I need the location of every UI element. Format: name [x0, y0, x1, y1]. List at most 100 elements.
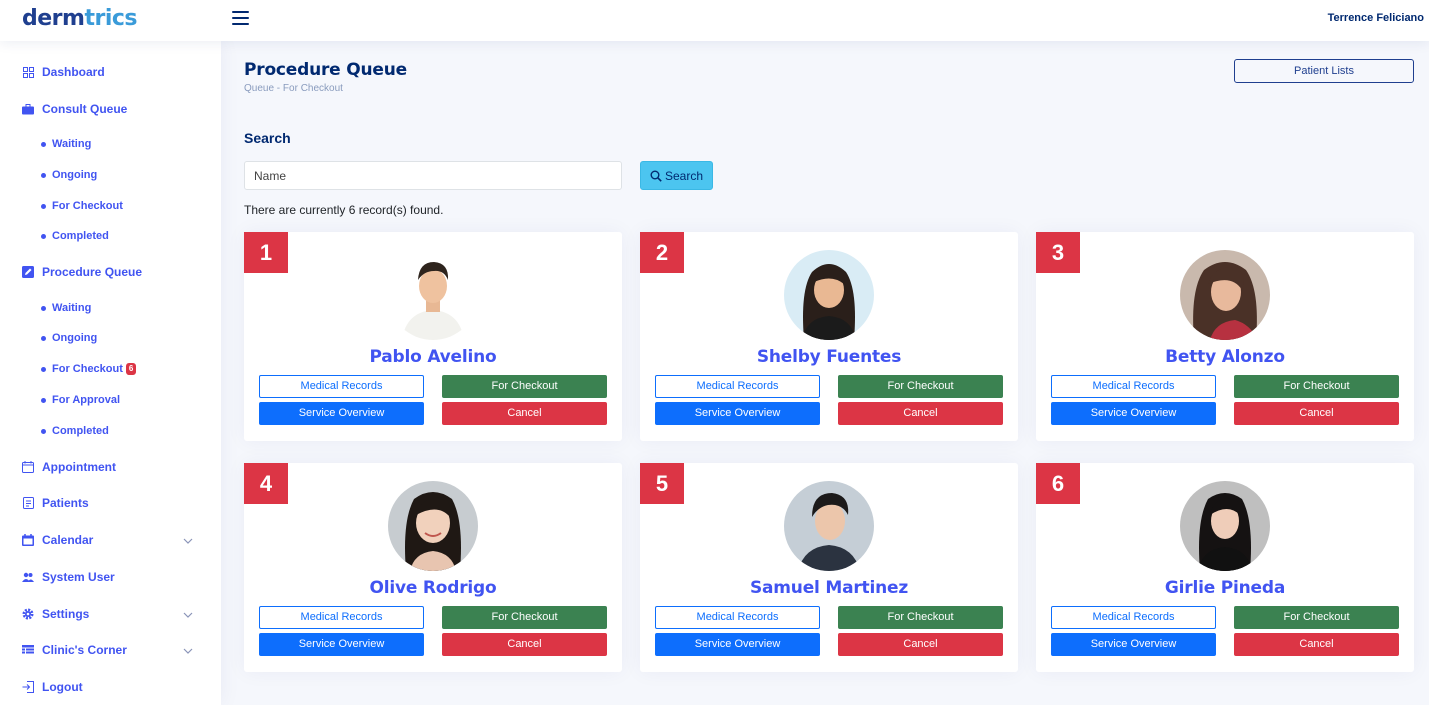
people-icon [22, 571, 34, 583]
bullet-icon [41, 141, 46, 147]
procedure-queue-for-checkout[interactable]: For Checkout 6 [41, 363, 137, 375]
sidebar-item-calendar[interactable]: Calendar [22, 533, 93, 547]
chevron-down-icon[interactable] [183, 612, 193, 618]
patient-name: Olive Rodrigo [369, 578, 497, 598]
consult-queue-completed[interactable]: Completed [41, 230, 109, 242]
search-icon [650, 170, 662, 182]
briefcase-icon [22, 103, 34, 115]
queue-number: 3 [1036, 232, 1080, 273]
cancel-button[interactable]: Cancel [442, 402, 607, 425]
grid-icon [22, 66, 34, 78]
sub-label: For Checkout [52, 200, 123, 212]
procedure-queue-for-approval[interactable]: For Approval [41, 394, 120, 406]
hamburger-menu-icon[interactable] [232, 11, 249, 25]
bullet-icon [41, 335, 46, 341]
medical-records-button[interactable]: Medical Records [655, 375, 820, 398]
medical-records-button[interactable]: Medical Records [259, 375, 424, 398]
patient-card: 1 Pablo Avelino Medical Records For Chec… [244, 232, 622, 441]
table-icon [22, 644, 34, 656]
procedure-queue-waiting[interactable]: Waiting [41, 302, 91, 314]
medical-records-button[interactable]: Medical Records [655, 606, 820, 629]
for-checkout-button[interactable]: For Checkout [838, 606, 1003, 629]
patient-avatar [388, 481, 478, 571]
patient-card: 2 Shelby Fuentes Medical Records For Che… [640, 232, 1018, 441]
brand-part1: derm [22, 6, 85, 31]
sidebar-item-settings[interactable]: Settings [22, 607, 89, 621]
bullet-icon [41, 305, 46, 311]
queue-number: 5 [640, 463, 684, 504]
consult-queue-ongoing[interactable]: Ongoing [41, 169, 97, 181]
medical-records-button[interactable]: Medical Records [259, 606, 424, 629]
sidebar-item-clinics-corner[interactable]: Clinic's Corner [22, 643, 127, 657]
cancel-button[interactable]: Cancel [838, 402, 1003, 425]
cancel-button[interactable]: Cancel [1234, 402, 1399, 425]
bullet-icon [41, 428, 46, 434]
cancel-button[interactable]: Cancel [838, 633, 1003, 656]
service-overview-button[interactable]: Service Overview [259, 633, 424, 656]
bullet-icon [41, 366, 46, 372]
service-overview-button[interactable]: Service Overview [655, 633, 820, 656]
patient-card: 3 Betty Alonzo Medical Records For Check… [1036, 232, 1414, 441]
brand-logo[interactable]: dermtrics [22, 6, 137, 31]
top-header: dermtrics Terrence Feliciano [0, 0, 1429, 41]
patient-avatar [784, 481, 874, 571]
sidebar-item-patients[interactable]: Patients [22, 496, 89, 510]
chevron-down-icon[interactable] [183, 648, 193, 654]
queue-number: 4 [244, 463, 288, 504]
queue-number: 1 [244, 232, 288, 273]
service-overview-button[interactable]: Service Overview [259, 402, 424, 425]
patient-lists-button[interactable]: Patient Lists [1234, 59, 1414, 83]
sidebar-item-procedure-queue[interactable]: Procedure Queue [22, 265, 142, 279]
sub-label: Completed [52, 425, 109, 437]
sub-label: For Approval [52, 394, 121, 406]
queue-number: 2 [640, 232, 684, 273]
sidebar-item-consult-queue[interactable]: Consult Queue [22, 102, 127, 116]
for-checkout-button[interactable]: For Checkout [1234, 375, 1399, 398]
chevron-down-icon[interactable] [183, 538, 193, 544]
search-heading: Search [244, 130, 291, 146]
sidebar-item-dashboard[interactable]: Dashboard [22, 65, 105, 79]
for-checkout-button[interactable]: For Checkout [442, 375, 607, 398]
for-checkout-button[interactable]: For Checkout [838, 375, 1003, 398]
cancel-button[interactable]: Cancel [1234, 633, 1399, 656]
patient-card: 5 Samuel Martinez Medical Records For Ch… [640, 463, 1018, 672]
sidebar-item-logout[interactable]: Logout [22, 680, 83, 694]
sidebar-label: Clinic's Corner [42, 643, 127, 657]
patient-avatar [1180, 250, 1270, 340]
document-icon [22, 497, 34, 509]
breadcrumb: Queue - For Checkout [244, 83, 343, 94]
patient-avatar [784, 250, 874, 340]
consult-queue-for-checkout[interactable]: For Checkout [41, 200, 123, 212]
service-overview-button[interactable]: Service Overview [1051, 402, 1216, 425]
count-badge: 6 [125, 363, 137, 375]
patient-name: Girlie Pineda [1164, 578, 1286, 598]
sidebar: Dashboard Consult Queue Waiting Ongoing … [0, 41, 221, 705]
service-overview-button[interactable]: Service Overview [655, 402, 820, 425]
procedure-queue-completed[interactable]: Completed [41, 425, 109, 437]
medical-records-button[interactable]: Medical Records [1051, 606, 1216, 629]
cancel-button[interactable]: Cancel [442, 633, 607, 656]
procedure-queue-ongoing[interactable]: Ongoing [41, 332, 97, 344]
sidebar-item-system-user[interactable]: System User [22, 570, 115, 584]
bullet-icon [41, 172, 46, 178]
sidebar-label: Logout [42, 680, 83, 694]
for-checkout-button[interactable]: For Checkout [1234, 606, 1399, 629]
sidebar-label: Settings [42, 607, 90, 621]
for-checkout-button[interactable]: For Checkout [442, 606, 607, 629]
queue-number: 6 [1036, 463, 1080, 504]
calendar-outline-icon [22, 461, 34, 473]
bullet-icon [41, 203, 46, 209]
search-button[interactable]: Search [640, 161, 713, 190]
patient-name: Samuel Martinez [749, 578, 909, 598]
search-input[interactable] [244, 161, 622, 190]
sidebar-label: System User [42, 570, 115, 584]
calendar-icon [22, 534, 34, 546]
patient-card: 4 Olive Rodrigo Medical Records For Chec… [244, 463, 622, 672]
patient-name: Shelby Fuentes [756, 347, 902, 367]
sidebar-item-appointment[interactable]: Appointment [22, 460, 116, 474]
patient-name: Betty Alonzo [1165, 347, 1285, 367]
service-overview-button[interactable]: Service Overview [1051, 633, 1216, 656]
consult-queue-waiting[interactable]: Waiting [41, 138, 91, 150]
medical-records-button[interactable]: Medical Records [1051, 375, 1216, 398]
user-name[interactable]: Terrence Feliciano [1328, 12, 1424, 24]
